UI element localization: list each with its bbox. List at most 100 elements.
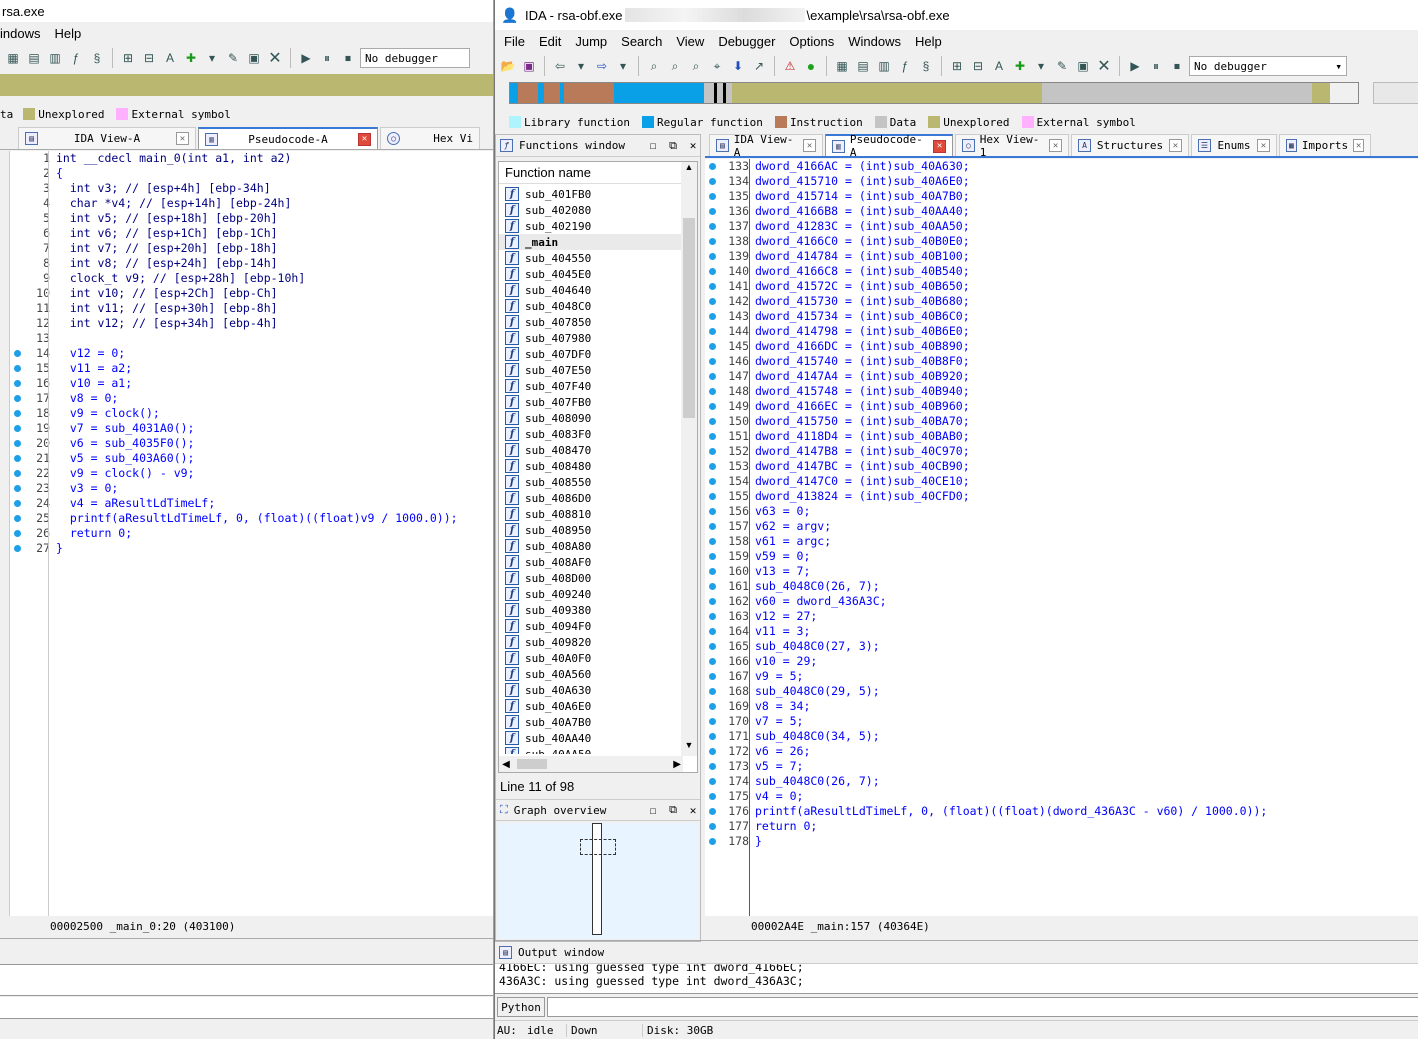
list-view-icon[interactable]: ▥: [875, 57, 893, 75]
forward-dropdown-icon[interactable]: ▾: [614, 57, 632, 75]
function-list-item[interactable]: f sub_40A0F0: [499, 650, 681, 666]
bg-patch-icon[interactable]: ✎: [224, 49, 242, 67]
function-list-item[interactable]: f sub_4048C0: [499, 298, 681, 314]
add-dropdown-icon[interactable]: ▾: [1032, 57, 1050, 75]
stop-icon[interactable]: ⏹: [1168, 57, 1186, 75]
breakpoint-gutter[interactable]: [705, 504, 721, 519]
float-icon[interactable]: ⧉: [666, 139, 680, 153]
breakpoint-gutter[interactable]: [705, 219, 721, 234]
bg-function-icon[interactable]: ƒ: [67, 49, 85, 67]
breakpoint-gutter[interactable]: [705, 279, 721, 294]
tab-hex-view[interactable]: ○ Hex Vi: [380, 127, 480, 149]
breakpoint-gutter[interactable]: [10, 346, 26, 361]
breakpoint-gutter[interactable]: [705, 174, 721, 189]
function-list-item[interactable]: f sub_407850: [499, 314, 681, 330]
jump-address-icon[interactable]: ↗: [750, 57, 768, 75]
breakpoint-gutter[interactable]: [705, 204, 721, 219]
breakpoint-gutter[interactable]: [705, 669, 721, 684]
close-icon[interactable]: ✕: [1257, 139, 1270, 152]
function-list-item[interactable]: f sub_408A80: [499, 538, 681, 554]
function-list-item[interactable]: f sub_40A7B0: [499, 714, 681, 730]
function-list-item[interactable]: f sub_407E50: [499, 362, 681, 378]
function-list-item[interactable]: f sub_40AA50: [499, 746, 681, 754]
bg-pseudocode-view[interactable]: 1 int __cdecl main_0(int a1, int a2) 2{3 i…: [9, 151, 493, 916]
breakpoint-gutter[interactable]: [705, 654, 721, 669]
function-list-item[interactable]: f sub_407980: [499, 330, 681, 346]
breakpoint-gutter[interactable]: [705, 804, 721, 819]
bg-name-icon[interactable]: A: [161, 49, 179, 67]
tab-enums[interactable]: ☰ Enums ✕: [1191, 134, 1277, 156]
h-scroll-thumb[interactable]: [517, 759, 547, 769]
horizontal-scrollbar[interactable]: ◀ ▶: [499, 756, 683, 772]
function-list-item[interactable]: f sub_408D00: [499, 570, 681, 586]
breakpoint-gutter[interactable]: [10, 496, 26, 511]
close-icon[interactable]: ✕: [803, 139, 816, 152]
breakpoint-gutter[interactable]: [10, 196, 26, 211]
breakpoint-gutter[interactable]: [705, 564, 721, 579]
function-list-item[interactable]: f sub_404640: [499, 282, 681, 298]
scroll-thumb[interactable]: [683, 218, 695, 418]
function-list-item[interactable]: f sub_401FB0: [499, 186, 681, 202]
search-binary-icon[interactable]: ⌕: [687, 57, 705, 75]
bg-list-icon[interactable]: ▥: [46, 49, 64, 67]
function-list-item[interactable]: f sub_40A560: [499, 666, 681, 682]
breakpoint-gutter[interactable]: [705, 294, 721, 309]
breakpoint-gutter[interactable]: [10, 286, 26, 301]
search-code-icon[interactable]: ⌖: [708, 57, 726, 75]
function-list-item[interactable]: f sub_409820: [499, 634, 681, 650]
function-list-item[interactable]: f sub_402080: [499, 202, 681, 218]
scroll-down-icon[interactable]: ▼: [681, 740, 697, 756]
breakpoint-gutter[interactable]: [10, 436, 26, 451]
tab-ida-view[interactable]: ▤ IDA View-A ✕: [709, 133, 823, 159]
breakpoint-gutter[interactable]: [705, 684, 721, 699]
breakpoint-gutter[interactable]: [10, 421, 26, 436]
minimize-icon[interactable]: ☐: [646, 139, 660, 153]
function-list-item[interactable]: f sub_407FB0: [499, 394, 681, 410]
breakpoint-gutter[interactable]: [705, 819, 721, 834]
tab-imports[interactable]: ▦ Imports ✕: [1279, 134, 1371, 156]
close-icon[interactable]: ✕: [933, 139, 947, 153]
warning-icon[interactable]: ⚠: [781, 57, 799, 75]
breakpoint-gutter[interactable]: [705, 354, 721, 369]
breakpoint-gutter[interactable]: [705, 429, 721, 444]
function-list-item[interactable]: f sub_408550: [499, 474, 681, 490]
menu-item-debugger[interactable]: Debugger: [711, 34, 782, 49]
breakpoint-gutter[interactable]: [10, 541, 26, 556]
breakpoint-gutter[interactable]: [10, 181, 26, 196]
binoculars-icon[interactable]: ⌕: [645, 57, 663, 75]
menu-item-view[interactable]: View: [669, 34, 711, 49]
function-list-item[interactable]: f sub_402190: [499, 218, 681, 234]
function-list-item[interactable]: f sub_409240: [499, 586, 681, 602]
minimize-icon[interactable]: ☐: [646, 803, 660, 817]
bg-close-icon[interactable]: ✕: [266, 49, 284, 67]
function-list-item[interactable]: f sub_4094F0: [499, 618, 681, 634]
breakpoint-gutter[interactable]: [10, 481, 26, 496]
close-icon[interactable]: ✕: [175, 132, 189, 145]
bg-debugger-select[interactable]: No debugger: [360, 48, 470, 68]
menu-item-windows[interactable]: Windows: [841, 34, 908, 49]
output-window-text[interactable]: 4166EC: using guessed type int dword_416…: [495, 964, 1418, 994]
breakpoint-gutter[interactable]: [10, 331, 26, 346]
breakpoint-gutter[interactable]: [705, 789, 721, 804]
tab-pseudocode-a[interactable]: ▥ Pseudocode-A ✕: [198, 127, 378, 149]
debugger-select[interactable]: No debugger ▾: [1189, 56, 1347, 76]
breakpoint-gutter[interactable]: [705, 399, 721, 414]
breakpoint-gutter[interactable]: [705, 549, 721, 564]
menu-item-indows[interactable]: indows: [0, 26, 47, 41]
command-input[interactable]: [547, 997, 1418, 1017]
breakpoint-gutter[interactable]: [705, 324, 721, 339]
function-list-item[interactable]: f sub_407DF0: [499, 346, 681, 362]
menu-item-edit[interactable]: Edit: [532, 34, 568, 49]
tab-ida-view-a[interactable]: ▤ IDA View-A ✕: [18, 127, 196, 149]
scroll-left-icon[interactable]: ◀: [499, 759, 513, 770]
breakpoint-gutter[interactable]: [705, 774, 721, 789]
tab-hex-view[interactable]: ○ Hex View-1 ✕: [955, 133, 1069, 159]
breakpoint-gutter[interactable]: [705, 594, 721, 609]
breakpoint-gutter[interactable]: [705, 264, 721, 279]
bg-navigation-band[interactable]: [0, 74, 493, 96]
function-list-item[interactable]: f sub_408090: [499, 410, 681, 426]
patch-icon[interactable]: ✎: [1053, 57, 1071, 75]
breakpoint-gutter[interactable]: [10, 241, 26, 256]
bg-play-icon[interactable]: ▶: [297, 49, 315, 67]
breakpoint-gutter[interactable]: [705, 624, 721, 639]
